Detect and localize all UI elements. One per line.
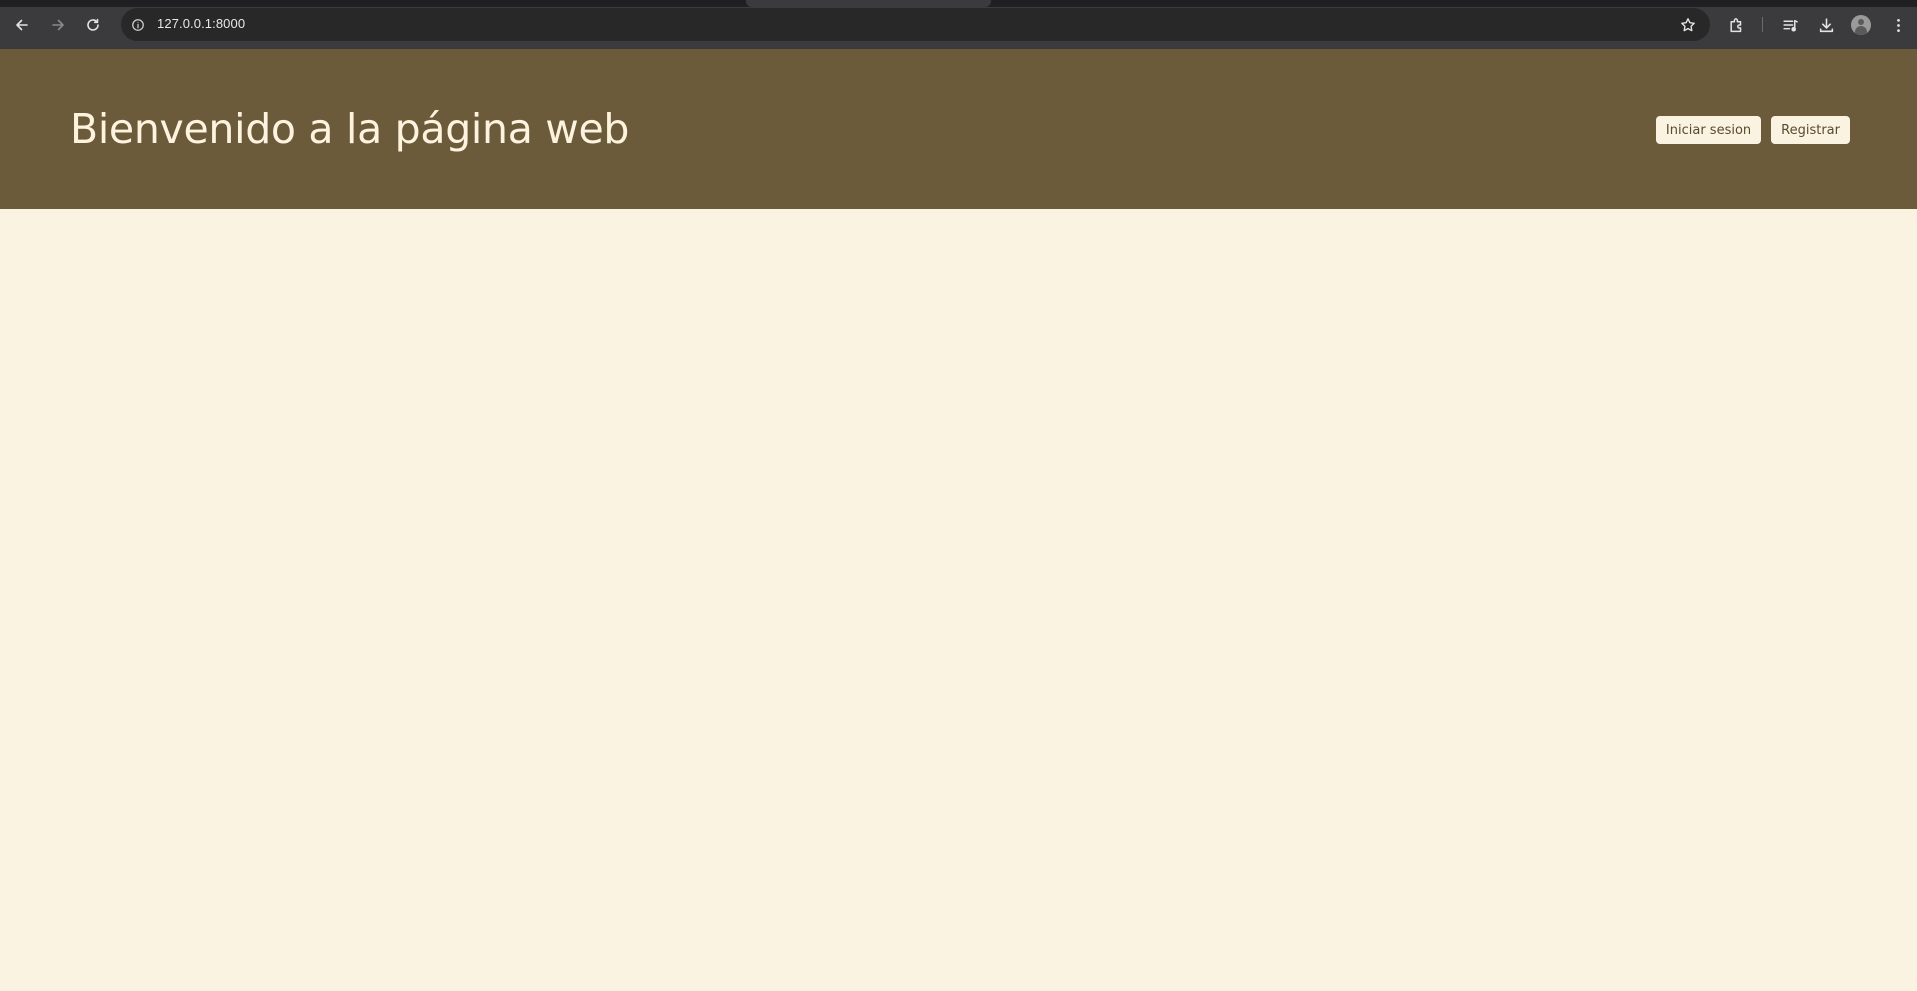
toolbar-divider <box>1762 17 1763 32</box>
active-tab[interactable] <box>746 0 991 7</box>
extensions-button[interactable] <box>1722 11 1750 39</box>
auth-buttons: Iniciar sesion Registrar <box>1655 116 1850 144</box>
arrow-right-icon <box>52 19 64 31</box>
star-icon <box>1681 18 1695 32</box>
avatar-icon[interactable] <box>1851 15 1871 35</box>
address-bar[interactable]: 127.0.0.1:8000 <box>121 8 1710 41</box>
tab-strip <box>0 0 1917 7</box>
browser-toolbar: 127.0.0.1:8000 <box>0 0 1917 49</box>
site-info-button[interactable] <box>126 13 150 37</box>
download-icon <box>1819 17 1833 32</box>
login-button[interactable]: Iniciar sesion <box>1655 116 1762 144</box>
forward-button[interactable] <box>44 11 72 39</box>
back-button[interactable] <box>8 11 36 39</box>
puzzle-icon <box>1729 17 1741 32</box>
reload-button[interactable] <box>79 11 107 39</box>
downloads-button[interactable] <box>1812 11 1840 39</box>
media-queue-icon <box>1782 19 1798 32</box>
url-text[interactable]: 127.0.0.1:8000 <box>157 16 245 31</box>
reload-icon <box>87 18 99 31</box>
register-button[interactable]: Registrar <box>1771 116 1850 144</box>
arrow-left-icon <box>16 19 28 31</box>
site-header: Bienvenido a la página web Iniciar sesio… <box>0 49 1917 209</box>
browser-menu-button[interactable] <box>1884 11 1912 39</box>
bookmark-button[interactable] <box>1676 13 1700 37</box>
page-body <box>0 209 1917 991</box>
page-title: Bienvenido a la página web <box>70 105 630 153</box>
media-button[interactable] <box>1776 11 1804 39</box>
info-circle-icon <box>132 19 144 31</box>
kebab-menu-icon <box>1896 18 1900 32</box>
